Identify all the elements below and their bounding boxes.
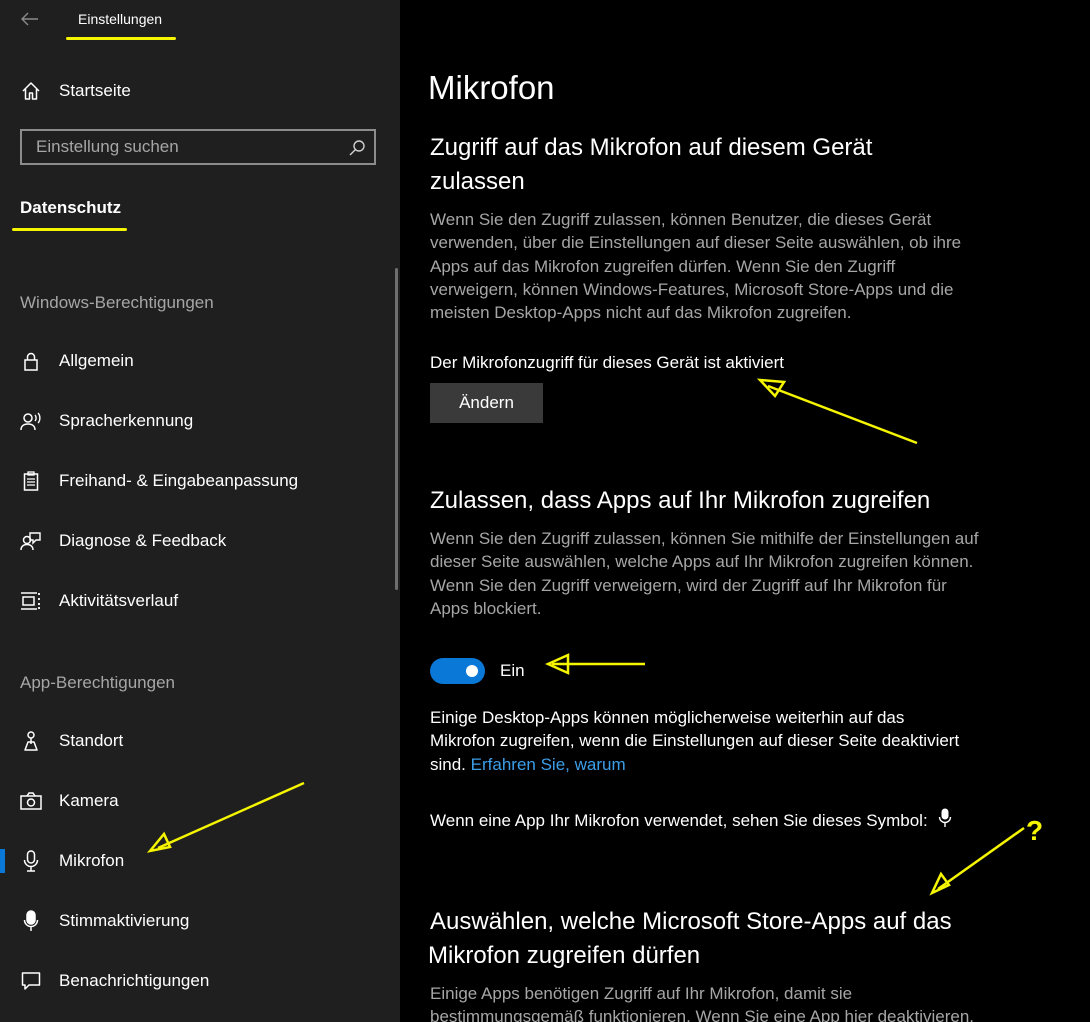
sidebar-item-freihand[interactable]: Freihand- & Eingabeanpassung: [0, 461, 400, 501]
sidebar-item-label: Stimmaktivierung: [59, 911, 190, 930]
apps-section-description: Wenn Sie den Zugriff zulassen, können Si…: [430, 527, 1000, 620]
clipboard-icon: [20, 470, 42, 492]
sidebar-item-label: Spracherkennung: [59, 411, 194, 430]
device-section-description: Wenn Sie den Zugriff zulassen, können Be…: [430, 208, 1000, 324]
sidebar-item-spracherkennung[interactable]: Spracherkennung: [0, 401, 400, 441]
microphone-icon: [939, 808, 952, 827]
notification-icon: [20, 970, 42, 992]
home-icon: [20, 80, 42, 102]
heading-line: zulassen: [430, 168, 525, 195]
sidebar-item-label: Standort: [59, 731, 124, 750]
note-line: sind. Erfahren Sie, warum: [430, 753, 1000, 776]
sidebar-item-aktivitaetsverlauf[interactable]: Aktivitätsverlauf: [0, 581, 400, 621]
sidebar-item-kamera[interactable]: Kamera: [0, 781, 400, 821]
sidebar-item-label: Freihand- & Eingabeanpassung: [59, 471, 299, 490]
home-item[interactable]: Startseite: [0, 71, 400, 111]
description-line: Apps blockiert.: [430, 598, 542, 618]
voice-activation-icon: [20, 910, 42, 932]
description-line: Apps auf das Mikrofon zugreifen dürfen. …: [430, 256, 896, 276]
note-line: Einige Desktop-Apps können möglicherweis…: [430, 708, 905, 727]
heading-line: Mikrofon zugreifen dürfen: [428, 942, 701, 969]
microphone-icon: [20, 850, 42, 872]
annotation-underline-title: [66, 37, 176, 40]
description-line: bestimmungsgemäß funktionieren. Wenn Sie…: [430, 1007, 974, 1022]
location-icon: [20, 730, 42, 752]
description-line: Wenn Sie den Zugriff verweigern, wird de…: [430, 575, 947, 595]
apps-section-heading: Zulassen, dass Apps auf Ihr Mikrofon zug…: [430, 487, 931, 514]
selection-indicator: [0, 849, 5, 873]
sidebar-item-allgemein[interactable]: Allgemein: [0, 341, 400, 381]
sidebar-item-label: Mikrofon: [59, 851, 125, 870]
device-section-heading: Zugriff auf das Mikrofon auf diesem Gerä…: [430, 131, 1010, 199]
heading-line: Auswählen, welche Microsoft Store-Apps a…: [430, 908, 952, 935]
change-button[interactable]: Ändern: [430, 383, 543, 423]
toggle-label: Ein: [500, 661, 525, 680]
feedback-icon: [20, 530, 42, 552]
store-section-description: Einige Apps benötigen Zugriff auf Ihr Mi…: [430, 982, 1000, 1022]
back-button[interactable]: [20, 9, 40, 29]
section-heading-windows: Windows-Berechtigungen: [20, 293, 214, 312]
search-icon[interactable]: [348, 139, 366, 157]
desktop-apps-note: Einige Desktop-Apps können möglicherweis…: [430, 706, 1000, 776]
annotation-underline-group: [12, 228, 127, 231]
sidebar-item-label: Diagnose & Feedback: [59, 531, 227, 550]
symbol-note: Wenn eine App Ihr Mikrofon verwendet, se…: [430, 808, 1030, 832]
speech-icon: [20, 410, 42, 432]
sidebar-item-label: Benachrichtigungen: [59, 971, 210, 990]
sidebar-item-label: Kamera: [59, 791, 119, 810]
sidebar: Einstellungen Startseite Datenschutz Win…: [0, 0, 400, 1022]
home-label: Startseite: [59, 81, 131, 100]
timeline-icon: [20, 590, 42, 612]
sidebar-item-label: Allgemein: [59, 351, 134, 370]
arrow-left-icon: [21, 12, 38, 26]
group-title: Datenschutz: [20, 198, 122, 217]
page-title: Mikrofon: [428, 69, 555, 106]
sidebar-item-label: Aktivitätsverlauf: [59, 591, 179, 610]
store-section-heading: Auswählen, welche Microsoft Store-Apps a…: [428, 905, 1010, 973]
description-line: Einige Apps benötigen Zugriff auf Ihr Mi…: [430, 984, 853, 1003]
main-content: Mikrofon Zugriff auf das Mikrofon auf di…: [400, 0, 1090, 1022]
app-title: Einstellungen: [78, 11, 163, 27]
search-input[interactable]: [22, 131, 342, 163]
sidebar-item-standort[interactable]: Standort: [0, 721, 400, 761]
lock-icon: [20, 350, 42, 372]
note-line: Mikrofon zugreifen, wenn die Einstellung…: [430, 731, 960, 751]
description-line: verwenden, über die Einstellungen auf di…: [430, 233, 962, 253]
search-box[interactable]: [20, 129, 376, 165]
camera-icon: [20, 790, 42, 812]
description-line: verweigern, können Windows-Features, Mic…: [430, 279, 954, 299]
description-line: dieser Seite auswählen, welche Apps auf …: [430, 552, 974, 572]
description-line: meisten Desktop-Apps nicht auf das Mikro…: [430, 303, 852, 323]
section-heading-apps: App-Berechtigungen: [20, 673, 176, 692]
description-line: Wenn Sie den Zugriff zulassen, können Be…: [430, 210, 932, 229]
device-access-status: Der Mikrofonzugriff für dieses Gerät ist…: [430, 353, 784, 372]
sidebar-item-benachrichtigungen[interactable]: Benachrichtigungen: [0, 961, 400, 1001]
sidebar-item-stimmaktivierung[interactable]: Stimmaktivierung: [0, 901, 400, 941]
sidebar-item-diagnose[interactable]: Diagnose & Feedback: [0, 521, 400, 561]
sidebar-item-mikrofon[interactable]: Mikrofon: [0, 841, 400, 881]
heading-line: Zugriff auf das Mikrofon auf diesem Gerä…: [430, 134, 873, 161]
symbol-note-text: Wenn eine App Ihr Mikrofon verwendet, se…: [430, 811, 928, 830]
note-text: sind.: [430, 754, 466, 774]
toggle-knob: [466, 665, 478, 677]
description-line: Wenn Sie den Zugriff zulassen, können Si…: [430, 529, 979, 548]
microphone-access-toggle[interactable]: [430, 658, 485, 684]
learn-more-link[interactable]: Erfahren Sie, warum: [471, 755, 626, 774]
